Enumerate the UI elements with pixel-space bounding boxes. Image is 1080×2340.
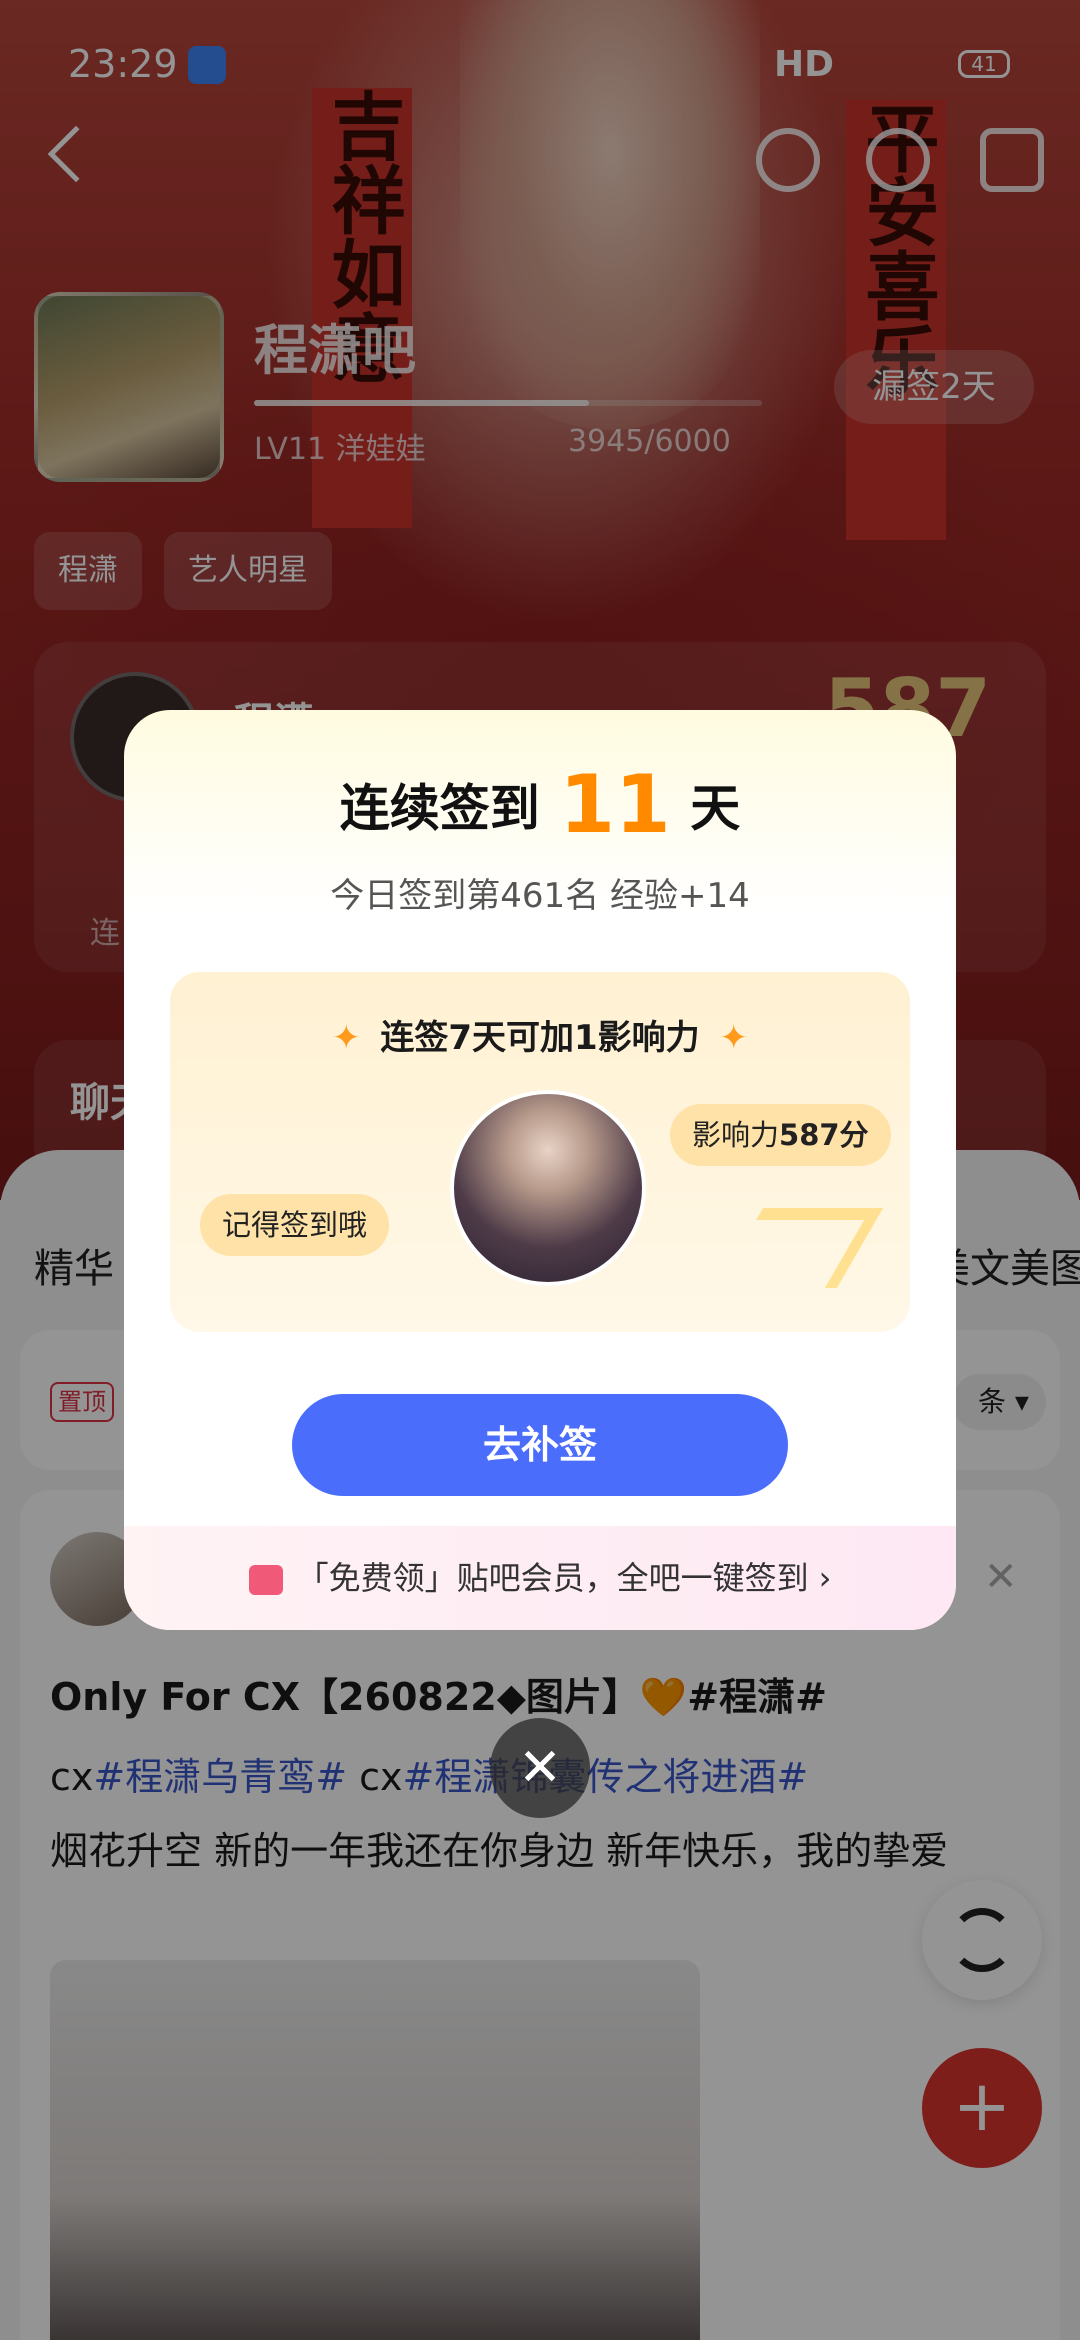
membership-footer[interactable]: 「免费领」贴吧会员，全吧一键签到 › <box>124 1526 956 1630</box>
influence-bubble: 影响力587分 <box>670 1104 891 1166</box>
promo-title: ✦ 连签7天可加1影响力 ✦ <box>170 1010 910 1059</box>
promo-title-text: 连签7天可加1影响力 <box>380 1018 700 1058</box>
star-avatar <box>450 1090 646 1286</box>
influence-value: 587分 <box>779 1118 869 1152</box>
remember-bubble: 记得签到哦 <box>200 1194 390 1256</box>
modal-subtitle: 今日签到第461名 经验+14 <box>330 876 750 916</box>
gift-icon <box>248 1565 283 1595</box>
signin-modal: 连续签到 11 天 今日签到第461名 经验+14 ✦ 连签7天可加1影响力 ✦… <box>124 710 956 1630</box>
makeup-signin-button[interactable]: 去补签 <box>292 1394 788 1496</box>
modal-days: 11 <box>559 758 671 851</box>
modal-title-suffix: 天 <box>690 779 741 838</box>
sparkle-icon-2: ✦ <box>719 1018 749 1058</box>
trend-arrow-icon <box>716 1208 884 1288</box>
modal-title: 连续签到 11 天 <box>124 758 956 851</box>
sparkle-icon: ✦ <box>331 1018 361 1058</box>
influence-label: 影响力 <box>692 1118 780 1152</box>
promo-panel: ✦ 连签7天可加1影响力 ✦ 记得签到哦 影响力587分 <box>170 972 910 1332</box>
modal-close-button[interactable]: ✕ <box>490 1718 590 1818</box>
close-icon: ✕ <box>518 1738 562 1798</box>
chevron-right-icon: › <box>818 1559 832 1597</box>
membership-text: 「免费领」贴吧会员，全吧一键签到 <box>296 1559 809 1597</box>
modal-title-prefix: 连续签到 <box>339 779 540 838</box>
